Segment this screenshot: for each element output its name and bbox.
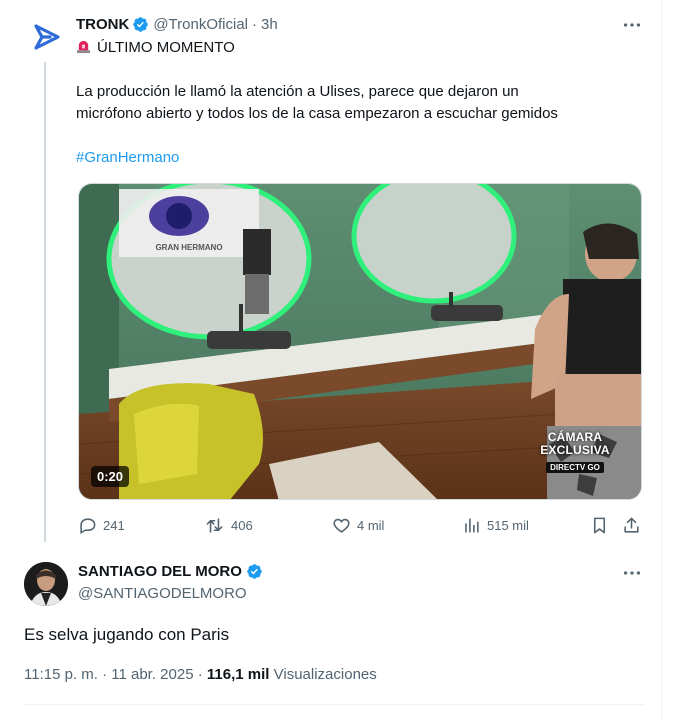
retweet-icon <box>206 517 223 533</box>
bookmark-button[interactable] <box>590 514 615 536</box>
like-button[interactable]: 4 mil <box>332 514 384 536</box>
siren-icon <box>76 39 91 54</box>
reply-button[interactable]: 241 <box>78 514 125 536</box>
action-bar: 241 406 4 mil 515 mil <box>78 514 644 536</box>
tweet-body-line-1: La producción le llamó la atención a Uli… <box>76 83 519 100</box>
more-icon[interactable] <box>621 562 643 584</box>
main-author-row: SANTIAGO DEL MORO <box>78 563 267 580</box>
views-icon <box>465 517 479 533</box>
views-label: Visualizaciones <box>273 666 377 683</box>
tweet-body-line-2: micrófono abierto y todos los de la casa… <box>76 105 558 122</box>
like-icon <box>333 518 350 533</box>
thread-line <box>44 62 46 542</box>
tweet-headline-line: ÚLTIMO MOMENTO <box>76 37 235 59</box>
tweet-headline: ÚLTIMO MOMENTO <box>97 39 235 56</box>
main-tweet-text: Es selva jugando con Paris <box>24 625 230 644</box>
main-author-handle[interactable]: @SANTIAGODELMORO <box>78 585 247 602</box>
tronk-logo-icon[interactable] <box>30 20 64 54</box>
views-total: 116,1 mil <box>206 666 270 683</box>
tweet-timestamp[interactable]: 11:15 p. m. · 11 abr. 2025 <box>24 666 194 683</box>
camera-badge: CÁMARA EXCLUSIVA DIRECTV GO <box>533 431 617 475</box>
author-name[interactable]: TRONK <box>76 16 129 33</box>
tweet-meta: 11:15 p. m. · 11 abr. 2025 · 116,1 mil V… <box>24 666 377 683</box>
reply-count: 241 <box>103 517 125 533</box>
hashtag-link[interactable]: #GranHermano <box>76 147 179 169</box>
retweet-button[interactable]: 406 <box>204 514 253 536</box>
badge-line-2: EXCLUSIVA <box>540 443 610 457</box>
sign-text: GRAN HERMANO <box>155 243 222 252</box>
tweet-detail: TRONK @TronkOficial · 3h ÚLTIMO MOMENTO … <box>0 0 662 720</box>
badge-sub: DIRECTV GO <box>546 462 604 473</box>
share-button[interactable] <box>622 514 647 536</box>
avatar[interactable] <box>24 562 68 606</box>
like-count: 4 mil <box>357 517 385 533</box>
divider <box>24 704 644 705</box>
retweet-count: 406 <box>231 517 253 533</box>
video-player[interactable]: GRAN HERMANO 0:20 CÁMARA EXCLUSIVA DIREC… <box>78 183 642 500</box>
reply-icon <box>80 517 96 534</box>
views-button[interactable]: 515 mil <box>462 514 529 536</box>
tweet-time[interactable]: 3h <box>261 16 278 33</box>
bookmark-icon <box>593 517 606 533</box>
verified-icon <box>246 563 263 580</box>
author-handle[interactable]: @TronkOficial <box>153 16 248 33</box>
more-icon[interactable] <box>621 14 643 36</box>
share-icon <box>624 517 639 533</box>
separator-dot: · <box>252 15 258 33</box>
verified-icon <box>132 16 149 33</box>
views-count: 515 mil <box>487 517 529 533</box>
video-duration: 0:20 <box>91 466 130 487</box>
main-author-name[interactable]: SANTIAGO DEL MORO <box>78 563 242 580</box>
separator-dot: · <box>197 666 207 683</box>
quoted-tweet-header: TRONK @TronkOficial · 3h <box>76 14 278 34</box>
